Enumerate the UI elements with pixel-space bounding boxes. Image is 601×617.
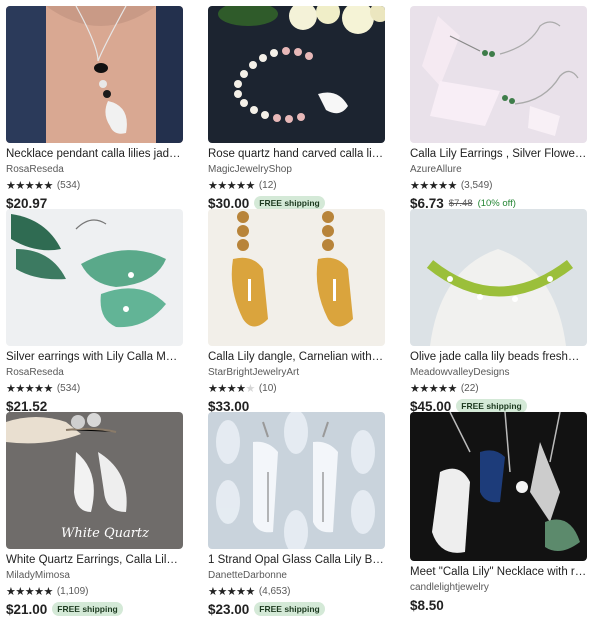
shop-name[interactable]: RosaReseda	[6, 164, 183, 176]
price: $21.00	[6, 601, 48, 617]
free-shipping-badge: FREE shipping	[456, 399, 527, 413]
listing-image[interactable]	[6, 209, 183, 346]
review-count: (10)	[258, 383, 277, 394]
star-rating-icon: ★★★★★★★★★★	[208, 585, 255, 598]
listing-title[interactable]: Calla Lily dangle, Carnelian with yel...	[208, 350, 385, 364]
listing-image[interactable]	[410, 412, 587, 561]
star-rating-icon: ★★★★★★★★★★	[410, 179, 457, 192]
shop-name[interactable]: MagicJewelryShop	[208, 164, 385, 176]
shop-name[interactable]: DanetteDarbonne	[208, 570, 385, 582]
image-caption: White Quartz	[61, 526, 149, 541]
star-rating-icon: ★★★★★★★★★★	[410, 382, 457, 395]
price: $8.50	[410, 597, 444, 613]
listing-image[interactable]	[208, 412, 385, 549]
listing-image[interactable]	[208, 209, 385, 346]
star-rating-icon: ★★★★★★★★★★	[6, 382, 53, 395]
listing-title[interactable]: 1 Strand Opal Glass Calla Lily Beads...	[208, 553, 385, 567]
review-count: (3,549)	[460, 180, 493, 191]
star-rating-icon: ★★★★★★★★★★	[6, 179, 53, 192]
listing-card[interactable]: Meet "Calla Lily" Necklace with real ...…	[410, 412, 587, 615]
price-row: $21.00 FREE shipping	[6, 601, 183, 617]
listing-card[interactable]: Rose quartz hand carved calla lily fl...…	[208, 6, 385, 211]
review-count: (4,653)	[258, 586, 291, 597]
listing-card[interactable]: Calla Lily Earrings , Silver Flower Ea..…	[410, 6, 587, 211]
shop-name[interactable]: StarBrightJewelryArt	[208, 367, 385, 379]
listing-title[interactable]: White Quartz Earrings, Calla Lily Ear...	[6, 553, 183, 567]
free-shipping-badge: FREE shipping	[254, 196, 325, 210]
review-count: (1,109)	[56, 586, 89, 597]
rating: ★★★★★ ★★★★★ (3,549)	[410, 179, 587, 192]
listing-card[interactable]: 1 Strand Opal Glass Calla Lily Beads... …	[208, 412, 385, 617]
star-rating-icon: ★★★★★★★★★★	[208, 382, 255, 395]
listing-image[interactable]: White Quartz	[6, 412, 183, 549]
listing-title[interactable]: Olive jade calla lily beads freshwate...	[410, 350, 587, 364]
listing-image[interactable]	[410, 6, 587, 143]
review-count: (534)	[56, 383, 81, 394]
listing-title[interactable]: Rose quartz hand carved calla lily fl...	[208, 147, 385, 161]
price: $23.00	[208, 601, 250, 617]
listing-image[interactable]	[208, 6, 385, 143]
rating: ★★★★★ ★★★★★ (534)	[6, 179, 183, 192]
shop-name[interactable]: MeadowvalleyDesigns	[410, 367, 587, 379]
star-rating-icon: ★★★★★★★★★★	[208, 179, 255, 192]
discount-percent: (10% off)	[477, 197, 516, 209]
shop-name[interactable]: RosaReseda	[6, 367, 183, 379]
review-count: (534)	[56, 180, 81, 191]
price-row: $8.50	[410, 597, 587, 613]
shop-name[interactable]: candlelightjewelry	[410, 582, 587, 594]
listing-title[interactable]: Necklace pendant calla lilies jade p...	[6, 147, 183, 161]
shop-name[interactable]: MiladyMimosa	[6, 570, 183, 582]
rating: ★★★★★ ★★★★★ (1,109)	[6, 585, 183, 598]
listing-card[interactable]: Olive jade calla lily beads freshwate...…	[410, 209, 587, 414]
listing-card[interactable]: Calla Lily dangle, Carnelian with yel...…	[208, 209, 385, 414]
listing-card[interactable]: Silver earrings with Lily Calla Malay...…	[6, 209, 183, 414]
listing-grid: Necklace pendant calla lilies jade p... …	[6, 6, 587, 617]
rating: ★★★★★ ★★★★★ (22)	[410, 382, 587, 395]
listing-image[interactable]	[410, 209, 587, 346]
listing-card[interactable]: White Quartz White Quartz Earrings, Call…	[6, 412, 183, 617]
rating: ★★★★★★★★★★ (10)	[208, 382, 385, 395]
review-count: (12)	[258, 180, 277, 191]
listing-card[interactable]: Necklace pendant calla lilies jade p... …	[6, 6, 183, 211]
shop-name[interactable]: AzureAllure	[410, 164, 587, 176]
listing-title[interactable]: Silver earrings with Lily Calla Malay...	[6, 350, 183, 364]
listing-title[interactable]: Calla Lily Earrings , Silver Flower Ea..…	[410, 147, 587, 161]
rating: ★★★★★ ★★★★★ (534)	[6, 382, 183, 395]
rating: ★★★★★ ★★★★★ (4,653)	[208, 585, 385, 598]
listing-image[interactable]	[6, 6, 183, 143]
rating: ★★★★★ ★★★★★ (12)	[208, 179, 385, 192]
review-count: (22)	[460, 383, 479, 394]
star-rating-icon: ★★★★★★★★★★	[6, 585, 53, 598]
price-row: $23.00 FREE shipping	[208, 601, 385, 617]
listing-title[interactable]: Meet "Calla Lily" Necklace with real ...	[410, 565, 587, 579]
original-price: $7.48	[448, 197, 473, 209]
